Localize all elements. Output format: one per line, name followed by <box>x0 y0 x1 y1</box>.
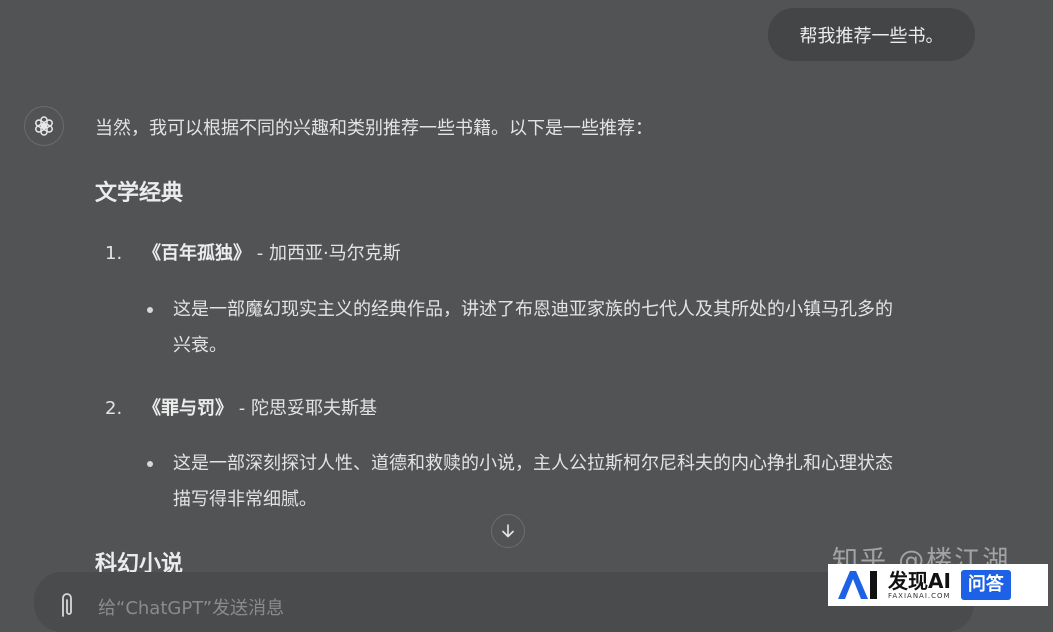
book-author: - 加西亚·马尔克斯 <box>251 243 401 264</box>
description-line: 这是一部深刻探讨人性、道德和救赎的小说，主人公拉斯柯尔尼科夫的内心挣扎和心理状态 <box>173 453 893 474</box>
badge-brand-domain: FAXIANAI.COM <box>888 591 951 600</box>
scroll-to-bottom-button[interactable] <box>491 514 525 548</box>
faxianai-badge: 发现AI FAXIANAI.COM 问答 <box>828 564 1048 606</box>
arrow-down-icon <box>502 524 514 538</box>
book-description: 这是一部魔幻现实主义的经典作品，讲述了布恩迪亚家族的七代人及其所处的小镇马孔多的… <box>147 292 967 364</box>
book-item: 1. 《百年孤独》 - 加西亚·马尔克斯 <box>105 239 401 265</box>
message-input-placeholder[interactable]: 给“ChatGPT”发送消息 <box>98 594 284 620</box>
book-title: 《百年孤独》 <box>143 243 251 264</box>
description-line: 描写得非常细腻。 <box>173 489 317 510</box>
assistant-avatar <box>24 106 64 146</box>
attach-button[interactable] <box>56 590 78 624</box>
book-author: - 陀思妥耶夫斯基 <box>233 398 377 419</box>
section-heading-literature: 文学经典 <box>95 181 184 206</box>
bullet-dot <box>147 307 153 313</box>
badge-qa-label: 问答 <box>960 570 1011 600</box>
reply-intro: 当然，我可以根据不同的兴趣和类别推荐一些书籍。以下是一些推荐： <box>95 118 653 139</box>
user-message-bubble: 帮我推荐一些书。 <box>768 8 975 61</box>
badge-brand: 发现AI FAXIANAI.COM <box>888 570 951 601</box>
description-line: 兴衰。 <box>173 335 227 356</box>
book-number: 1. <box>105 243 123 264</box>
faxianai-logo-icon <box>838 571 877 599</box>
openai-logo-icon <box>35 116 53 136</box>
book-item: 2. 《罪与罚》 - 陀思妥耶夫斯基 <box>105 394 377 420</box>
book-title: 《罪与罚》 <box>143 398 233 419</box>
description-line: 这是一部魔幻现实主义的经典作品，讲述了布恩迪亚家族的七代人及其所处的小镇马孔多的 <box>173 299 893 320</box>
bullet-dot <box>147 461 153 467</box>
badge-brand-name: 发现AI <box>888 568 951 593</box>
paperclip-icon <box>62 593 72 617</box>
user-message-text: 帮我推荐一些书。 <box>799 25 944 47</box>
book-description: 这是一部深刻探讨人性、道德和救赎的小说，主人公拉斯柯尔尼科夫的内心挣扎和心理状态… <box>147 446 967 518</box>
book-number: 2. <box>105 398 123 419</box>
